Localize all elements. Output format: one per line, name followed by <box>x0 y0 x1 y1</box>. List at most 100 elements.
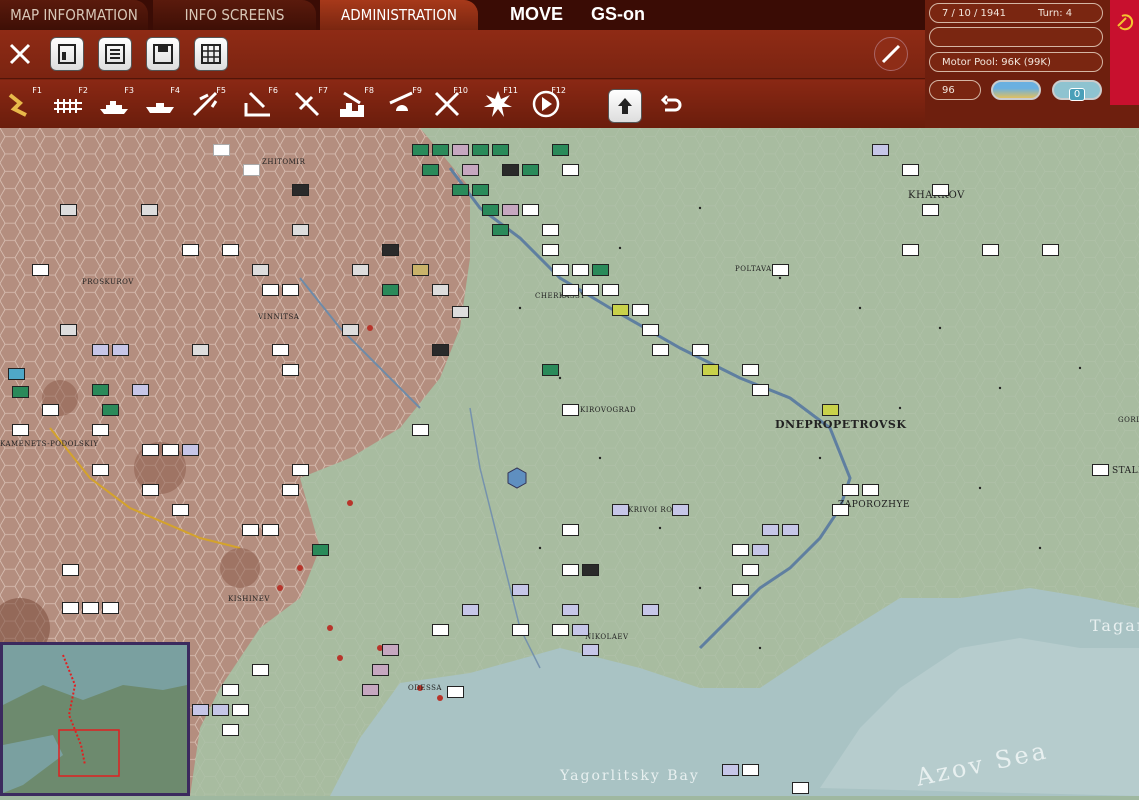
unit-counter[interactable] <box>722 764 739 776</box>
unit-counter[interactable] <box>872 144 889 156</box>
unit-counter[interactable] <box>462 164 479 176</box>
unit-counter[interactable] <box>412 264 429 276</box>
unit-counter[interactable] <box>432 344 449 356</box>
unit-counter[interactable] <box>222 684 239 696</box>
save-button[interactable] <box>146 37 180 71</box>
unit-counter[interactable] <box>432 624 449 636</box>
unit-counter[interactable] <box>372 664 389 676</box>
unit-counter[interactable] <box>702 364 719 376</box>
unit-counter[interactable] <box>292 184 309 196</box>
unit-counter[interactable] <box>452 184 469 196</box>
unit-counter[interactable] <box>243 164 260 176</box>
unit-counter[interactable] <box>162 444 179 456</box>
tool-f2[interactable]: F2 <box>48 84 88 124</box>
unit-counter[interactable] <box>452 144 469 156</box>
unit-counter[interactable] <box>732 584 749 596</box>
unit-counter[interactable] <box>982 244 999 256</box>
unit-counter[interactable] <box>862 484 879 496</box>
unit-counter[interactable] <box>222 244 239 256</box>
unit-counter[interactable] <box>62 602 79 614</box>
grid-button[interactable] <box>194 37 228 71</box>
unit-counter[interactable] <box>192 344 209 356</box>
unit-counter[interactable] <box>602 284 619 296</box>
unit-counter[interactable] <box>772 264 789 276</box>
pencil-button[interactable] <box>874 37 908 71</box>
unit-counter[interactable] <box>82 602 99 614</box>
unit-counter[interactable] <box>512 584 529 596</box>
tool-f5[interactable]: F5 <box>186 84 226 124</box>
unit-counter[interactable] <box>502 204 519 216</box>
unit-counter[interactable] <box>182 244 199 256</box>
unit-counter[interactable] <box>382 284 399 296</box>
unit-counter[interactable] <box>32 264 49 276</box>
unit-counter[interactable] <box>582 284 599 296</box>
unit-counter[interactable] <box>562 564 579 576</box>
tool-f10[interactable]: F10 <box>428 84 468 124</box>
unit-counter[interactable] <box>282 364 299 376</box>
unit-counter[interactable] <box>60 324 77 336</box>
unit-counter[interactable] <box>542 244 559 256</box>
unit-counter[interactable] <box>592 264 609 276</box>
unit-counter[interactable] <box>92 424 109 436</box>
unit-counter[interactable] <box>472 184 489 196</box>
unit-counter[interactable] <box>572 624 589 636</box>
unit-counter[interactable] <box>92 344 109 356</box>
unit-counter[interactable] <box>752 544 769 556</box>
list-button[interactable] <box>98 37 132 71</box>
unit-counter[interactable] <box>462 604 479 616</box>
unit-counter[interactable] <box>492 224 509 236</box>
unit-counter[interactable] <box>342 324 359 336</box>
unit-counter[interactable] <box>822 404 839 416</box>
unit-counter[interactable] <box>542 364 559 376</box>
unit-counter[interactable] <box>42 404 59 416</box>
unit-counter[interactable] <box>382 244 399 256</box>
tool-f3[interactable]: F3 <box>94 84 134 124</box>
unit-counter[interactable] <box>8 368 25 380</box>
unit-counter[interactable] <box>752 384 769 396</box>
tab-map-information[interactable]: MAP INFORMATION <box>0 0 148 30</box>
unit-counter[interactable] <box>782 524 799 536</box>
unit-counter[interactable] <box>552 144 569 156</box>
unit-counter[interactable] <box>1042 244 1059 256</box>
unit-counter[interactable] <box>612 304 629 316</box>
unit-counter[interactable] <box>542 224 559 236</box>
unit-counter[interactable] <box>792 782 809 794</box>
unit-counter[interactable] <box>232 704 249 716</box>
unit-counter[interactable] <box>242 524 259 536</box>
unit-counter[interactable] <box>252 264 269 276</box>
unit-counter[interactable] <box>447 686 464 698</box>
unit-counter[interactable] <box>762 524 779 536</box>
unit-counter[interactable] <box>142 484 159 496</box>
unit-counter[interactable] <box>1092 464 1109 476</box>
tool-f12[interactable]: F12 <box>526 84 566 124</box>
unit-counter[interactable] <box>842 484 859 496</box>
unit-counter[interactable] <box>102 404 119 416</box>
unit-counter[interactable] <box>562 404 579 416</box>
minimap[interactable] <box>0 642 190 796</box>
unit-counter[interactable] <box>832 504 849 516</box>
unit-counter[interactable] <box>432 144 449 156</box>
unit-counter[interactable] <box>292 224 309 236</box>
unit-counter[interactable] <box>422 164 439 176</box>
unit-counter[interactable] <box>102 602 119 614</box>
unit-counter[interactable] <box>482 204 499 216</box>
unit-counter[interactable] <box>432 284 449 296</box>
undo-button[interactable] <box>654 89 688 123</box>
unit-counter[interactable] <box>632 304 649 316</box>
unit-counter[interactable] <box>141 204 158 216</box>
unit-counter[interactable] <box>12 386 29 398</box>
unit-counter[interactable] <box>642 324 659 336</box>
unit-counter[interactable] <box>742 764 759 776</box>
unit-counter[interactable] <box>132 384 149 396</box>
unit-counter[interactable] <box>672 504 689 516</box>
unit-counter[interactable] <box>292 464 309 476</box>
unit-counter[interactable] <box>582 644 599 656</box>
unit-counter[interactable] <box>552 264 569 276</box>
unit-counter[interactable] <box>60 204 77 216</box>
unit-counter[interactable] <box>212 704 229 716</box>
unit-counter[interactable] <box>142 444 159 456</box>
unit-counter[interactable] <box>352 264 369 276</box>
unit-counter[interactable] <box>652 344 669 356</box>
unit-counter[interactable] <box>562 524 579 536</box>
unit-counter[interactable] <box>612 504 629 516</box>
